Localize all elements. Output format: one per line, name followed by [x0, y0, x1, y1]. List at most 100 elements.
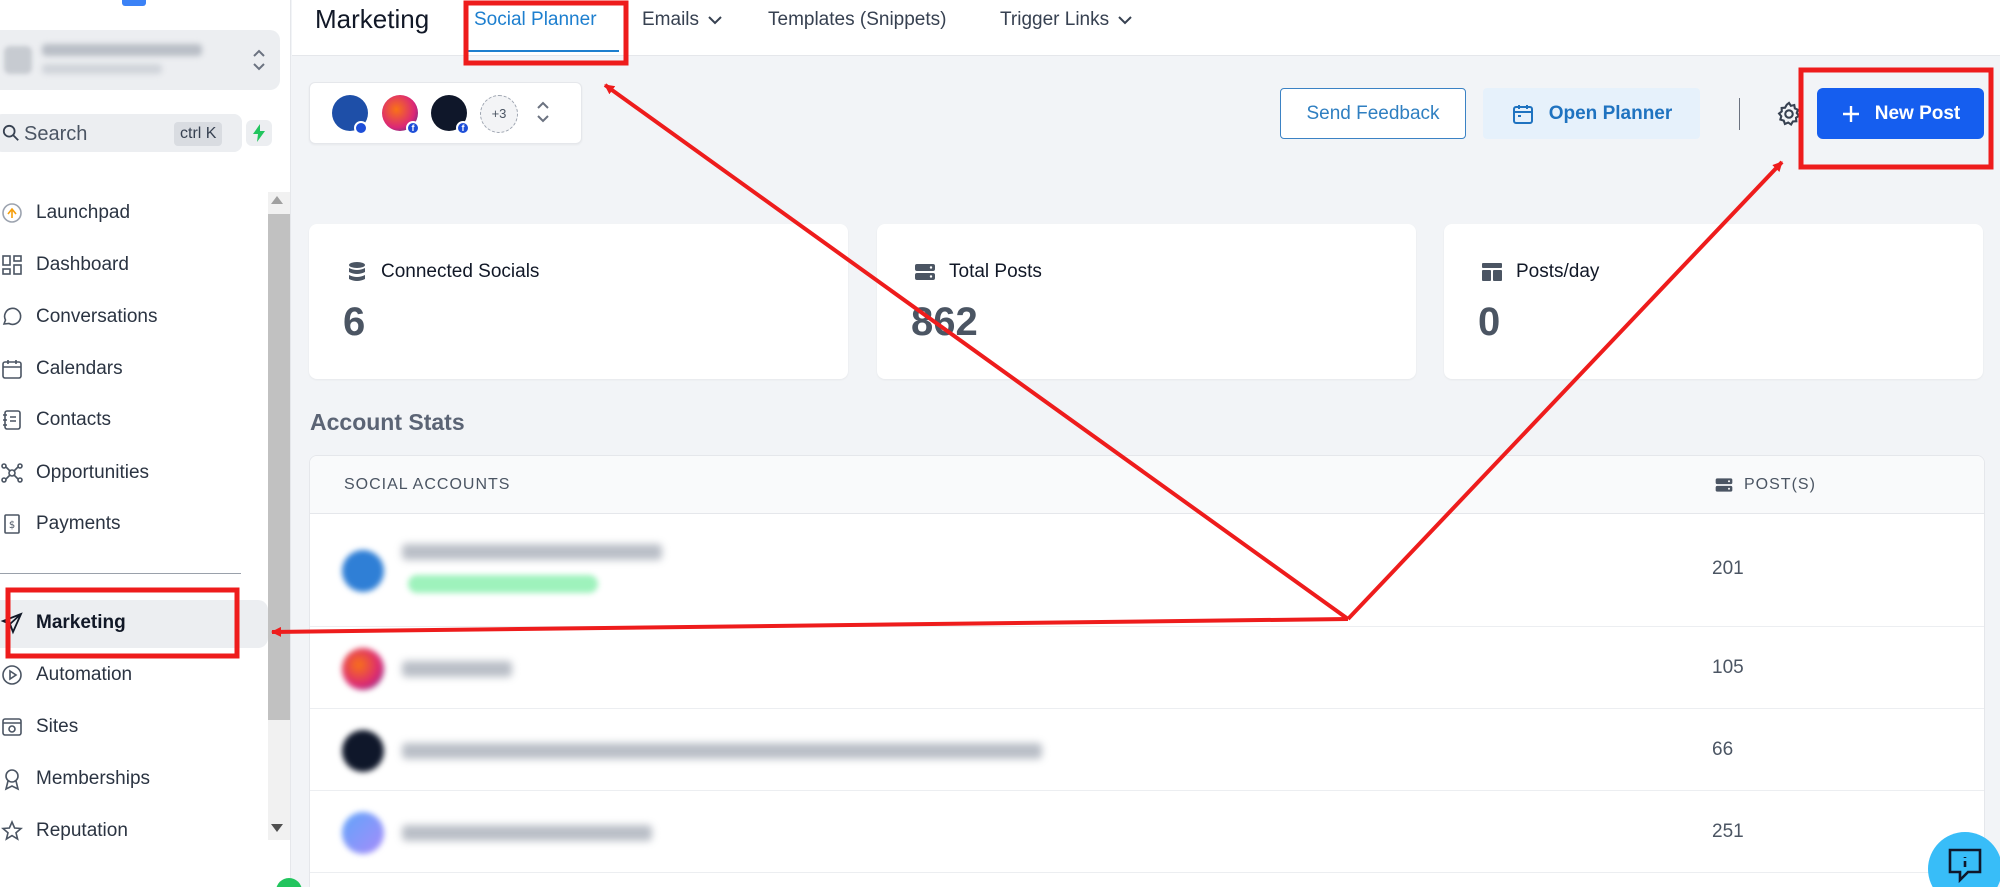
server-icon — [915, 264, 935, 280]
send-feedback-button[interactable]: Send Feedback — [1280, 88, 1466, 139]
tab-templates-snippets[interactable]: Templates (Snippets) — [768, 9, 946, 31]
sidebar-item-label: Sites — [36, 716, 79, 737]
sidebar-item-automation[interactable]: Automation — [0, 654, 240, 696]
sidebar-search[interactable]: Search ctrl K — [0, 114, 242, 152]
chevron-up-down-icon — [536, 99, 550, 127]
sidebar-item-memberships[interactable]: Memberships — [0, 758, 240, 800]
send-icon — [0, 609, 26, 637]
sidebar-divider — [0, 573, 241, 574]
new-post-button[interactable]: New Post — [1817, 88, 1984, 139]
quick-action-button[interactable] — [246, 120, 272, 146]
tab-emails[interactable]: Emails — [642, 9, 723, 31]
sidebar-item-reputation[interactable]: Reputation — [0, 810, 240, 852]
account-avatar — [342, 648, 384, 690]
post-count: 105 — [1712, 657, 1744, 678]
sidebar-item-dashboard[interactable]: Dashboard — [0, 244, 240, 286]
stat-label: Posts/day — [1516, 261, 1600, 282]
tab-label: Social Planner — [474, 9, 597, 30]
sidebar-item-payments[interactable]: $ Payments — [0, 503, 240, 545]
post-count: 66 — [1712, 739, 1734, 760]
search-icon — [2, 124, 19, 141]
column-header-posts[interactable]: POST(S) — [1714, 475, 1816, 495]
column-header-label: POST(S) — [1744, 476, 1816, 493]
sidebar-item-marketing[interactable]: Marketing — [0, 602, 240, 644]
page-title: Marketing — [315, 4, 430, 34]
launchpad-icon — [0, 199, 26, 227]
sidebar-item-contacts[interactable]: Contacts — [0, 399, 240, 441]
sidebar-item-label: Automation — [36, 664, 133, 685]
sidebar-item-label: Conversations — [36, 306, 158, 327]
chevron-down-icon — [708, 16, 722, 25]
sidebar-item-sites[interactable]: Sites — [0, 706, 240, 748]
stat-card-total-posts: Total Posts 862 — [877, 224, 1416, 379]
chat-info-icon — [1948, 848, 1982, 884]
sidebar-scrollbar-thumb[interactable] — [268, 214, 290, 720]
table-row[interactable]: 66 — [310, 710, 1984, 791]
sidebar-item-label: Payments — [36, 513, 121, 534]
location-switcher[interactable] — [0, 30, 280, 90]
sidebar-item-launchpad[interactable]: Launchpad — [0, 192, 240, 234]
post-count: 201 — [1712, 558, 1744, 579]
more-accounts-count[interactable]: +3 — [480, 95, 518, 133]
sidebar-item-conversations[interactable]: Conversations — [0, 296, 240, 338]
sidebar-item-label: Memberships — [36, 768, 151, 789]
sidebar-item-opportunities[interactable]: Opportunities — [0, 452, 240, 494]
sidebar-item-label: Contacts — [36, 409, 111, 430]
search-shortcut: ctrl K — [174, 122, 223, 146]
location-address-blurred — [42, 64, 162, 74]
account-selector[interactable]: f f +3 — [309, 82, 582, 144]
sidebar: Search ctrl K Launchpad Dashboard Conver… — [0, 0, 302, 887]
stat-card-connected-socials: Connected Socials 6 — [309, 224, 848, 379]
sidebar-item-label: Opportunities — [36, 462, 150, 483]
contacts-icon — [0, 406, 26, 434]
stat-value: 862 — [911, 300, 978, 344]
table-row[interactable]: 251 — [310, 792, 1984, 873]
tab-trigger-links[interactable]: Trigger Links — [1000, 9, 1133, 31]
sidebar-item-label: Calendars — [36, 358, 123, 379]
facebook-badge-icon: f — [456, 121, 470, 135]
star-icon — [0, 817, 26, 845]
dashboard-icon — [0, 251, 26, 279]
open-planner-button[interactable]: Open Planner — [1483, 88, 1700, 139]
gear-icon[interactable] — [1775, 100, 1803, 128]
location-name-blurred — [42, 44, 202, 56]
scroll-up-arrow-icon[interactable] — [271, 196, 283, 204]
tab-label: Trigger Links — [1000, 9, 1110, 30]
server-icon — [1715, 478, 1733, 492]
sidebar-item-label: Reputation — [36, 820, 128, 841]
table-header: SOCIAL ACCOUNTS POST(S) — [310, 456, 1984, 514]
account-avatar — [342, 812, 384, 854]
sidebar-item-calendars[interactable]: Calendars — [0, 348, 240, 390]
scroll-down-arrow-icon[interactable] — [271, 824, 283, 832]
section-title: Account Stats — [310, 409, 465, 435]
account-name-blurred — [402, 661, 512, 677]
table-row[interactable]: 105 — [310, 628, 1984, 709]
account-name-blurred — [402, 544, 662, 560]
sidebar-item-label: Dashboard — [36, 254, 129, 275]
stat-label: Total Posts — [949, 261, 1042, 282]
tab-label: Templates (Snippets) — [768, 9, 947, 30]
toolbar-divider — [1739, 98, 1740, 130]
stat-value: 0 — [1478, 300, 1501, 344]
automation-icon — [0, 661, 26, 689]
location-avatar — [4, 46, 32, 74]
open-planner-label: Open Planner — [1548, 102, 1673, 124]
column-header-social-accounts: SOCIAL ACCOUNTS — [344, 476, 511, 493]
table-row[interactable]: 201 — [310, 514, 1984, 627]
account-avatar — [342, 730, 384, 772]
account-avatar — [342, 550, 384, 592]
sidebar-item-label: Marketing — [36, 612, 126, 633]
memberships-icon — [0, 765, 26, 793]
sidebar-top-marker — [122, 0, 146, 6]
opportunities-icon — [0, 459, 26, 487]
account-name-blurred — [402, 743, 1042, 759]
stat-label: Connected Socials — [381, 261, 540, 282]
sites-icon — [0, 713, 26, 741]
active-tab-indicator — [467, 50, 619, 52]
plus-icon — [1842, 105, 1859, 122]
stat-card-posts-per-day: Posts/day 0 — [1444, 224, 1983, 379]
top-navigation: Marketing Social Planner Emails Template… — [292, 0, 2000, 56]
tab-social-planner[interactable]: Social Planner — [474, 9, 597, 31]
app-root: Search ctrl K Launchpad Dashboard Conver… — [0, 0, 2000, 887]
tab-label: Emails — [642, 9, 700, 30]
